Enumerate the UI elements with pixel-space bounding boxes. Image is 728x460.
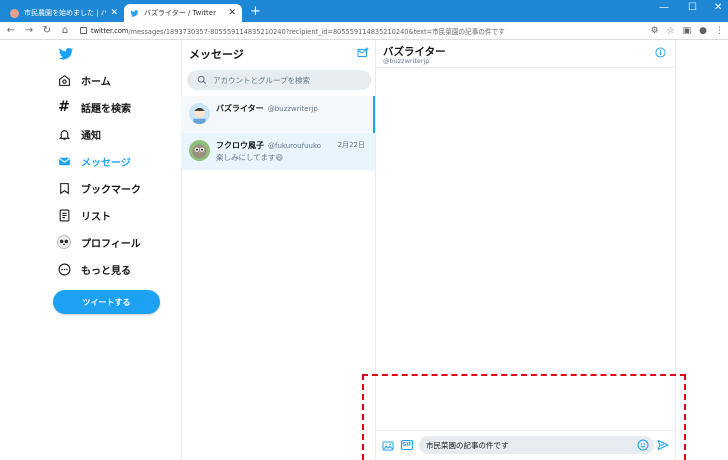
settings-icon[interactable]: ⚙ (650, 26, 658, 36)
nav-label: 話題を検索 (81, 103, 131, 115)
account-icon[interactable]: ● (699, 26, 707, 36)
nav-home[interactable]: ホーム (57, 70, 111, 90)
url-path: /messages/1893730357-805559114835210240?… (128, 27, 505, 36)
chat-recipient-handle: @buzzwriterjp (383, 57, 430, 65)
blog-favicon-icon (10, 8, 19, 18)
twitter-logo-icon[interactable] (57, 46, 75, 62)
conversation-item[interactable]: バズライター @buzzwriterjp (181, 96, 375, 133)
bookmark-icon (57, 181, 71, 195)
search-placeholder: アカウントとグループを検索 (213, 75, 311, 85)
browser-tab-active[interactable]: バズライター / Twitter ✕ (124, 4, 242, 22)
nav-bookmarks[interactable]: ブックマーク (57, 178, 141, 198)
new-tab-icon[interactable]: + (250, 4, 261, 19)
tab-title: バズライター / Twitter (144, 9, 216, 17)
nav-label: もっと見る (81, 265, 131, 277)
search-input[interactable]: アカウントとグループを検索 (187, 70, 371, 90)
browser-tab-bar: 市民農園を始めました | バズプログ ✕ バズライター / Twitter ✕ … (0, 0, 728, 22)
star-icon[interactable]: ☆ (667, 26, 675, 36)
conversation-name: フクロウ風子 @fukuroufuuko (216, 140, 321, 151)
avatar-icon (57, 235, 71, 249)
tab-title: 市民農園を始めました | バズプログ (24, 9, 107, 17)
more-icon (57, 262, 71, 276)
highlight-box (362, 374, 686, 460)
messages-title: メッセージ (189, 48, 244, 61)
nav-notifications[interactable]: 通知 (57, 124, 101, 144)
nav-label: メッセージ (81, 157, 131, 169)
maximize-icon[interactable]: ☐ (688, 2, 697, 13)
lock-icon (80, 27, 87, 34)
new-message-icon[interactable] (357, 47, 369, 59)
avatar (189, 140, 210, 161)
nav-profile[interactable]: プロフィール (57, 232, 141, 252)
nav-label: ブックマーク (81, 184, 141, 196)
browser-toolbar: ← → ↻ ⌂ twitter.com/messages/1893730357-… (0, 22, 728, 40)
twitter-favicon-icon (130, 9, 139, 17)
extension-icon[interactable]: ▣ (683, 26, 692, 36)
nav-messages[interactable]: メッセージ (57, 151, 131, 171)
toolbar-actions: ⚙ ☆ ▣ ● ⋮ (650, 22, 724, 40)
avatar (189, 103, 210, 124)
back-icon[interactable]: ← (4, 25, 18, 36)
conversation-name-text: バズライター (216, 104, 264, 113)
nav-label: プロフィール (81, 238, 141, 250)
forward-icon[interactable]: → (22, 25, 36, 36)
close-tab-icon[interactable]: ✕ (228, 8, 236, 18)
browser-tab[interactable]: 市民農園を始めました | バズプログ ✕ (4, 4, 124, 22)
conversation-handle: @buzzwriterjp (267, 105, 318, 113)
address-bar[interactable]: twitter.com/messages/1893730357-80555911… (80, 26, 640, 36)
mail-icon (57, 154, 71, 168)
nav-explore[interactable]: # 話題を検索 (57, 97, 131, 117)
nav-label: リスト (81, 211, 111, 223)
close-tab-icon[interactable]: ✕ (110, 8, 118, 18)
bell-icon (57, 127, 71, 141)
reload-icon[interactable]: ↻ (40, 25, 54, 36)
conversation-name: バズライター @buzzwriterjp (216, 103, 318, 114)
info-icon[interactable] (655, 47, 666, 58)
nav-lists[interactable]: リスト (57, 205, 111, 225)
conversation-preview: 楽しみにしてます😄 (216, 153, 284, 162)
nav-label: 通知 (81, 130, 101, 142)
menu-icon[interactable]: ⋮ (715, 26, 724, 36)
conversation-date: 2月22日 (337, 141, 365, 149)
close-window-icon[interactable]: ✕ (714, 2, 722, 13)
conversation-name-text: フクロウ風子 (216, 141, 264, 150)
chat-header-divider (376, 67, 675, 68)
search-icon (197, 75, 207, 85)
conversation-item[interactable]: フクロウ風子 @fukuroufuuko 2月22日 楽しみにしてます😄 (181, 133, 375, 170)
home-icon (57, 73, 71, 87)
list-icon (57, 208, 71, 222)
url-host: twitter.com (91, 26, 129, 35)
conversation-handle: @fukuroufuuko (268, 142, 322, 150)
home-page-icon[interactable]: ⌂ (58, 25, 72, 36)
nav-more[interactable]: もっと見る (57, 259, 131, 279)
tweet-button[interactable]: ツイートする (53, 290, 160, 314)
minimize-icon[interactable]: — (659, 2, 669, 13)
nav-label: ホーム (81, 76, 111, 88)
hashtag-icon: # (58, 99, 70, 115)
